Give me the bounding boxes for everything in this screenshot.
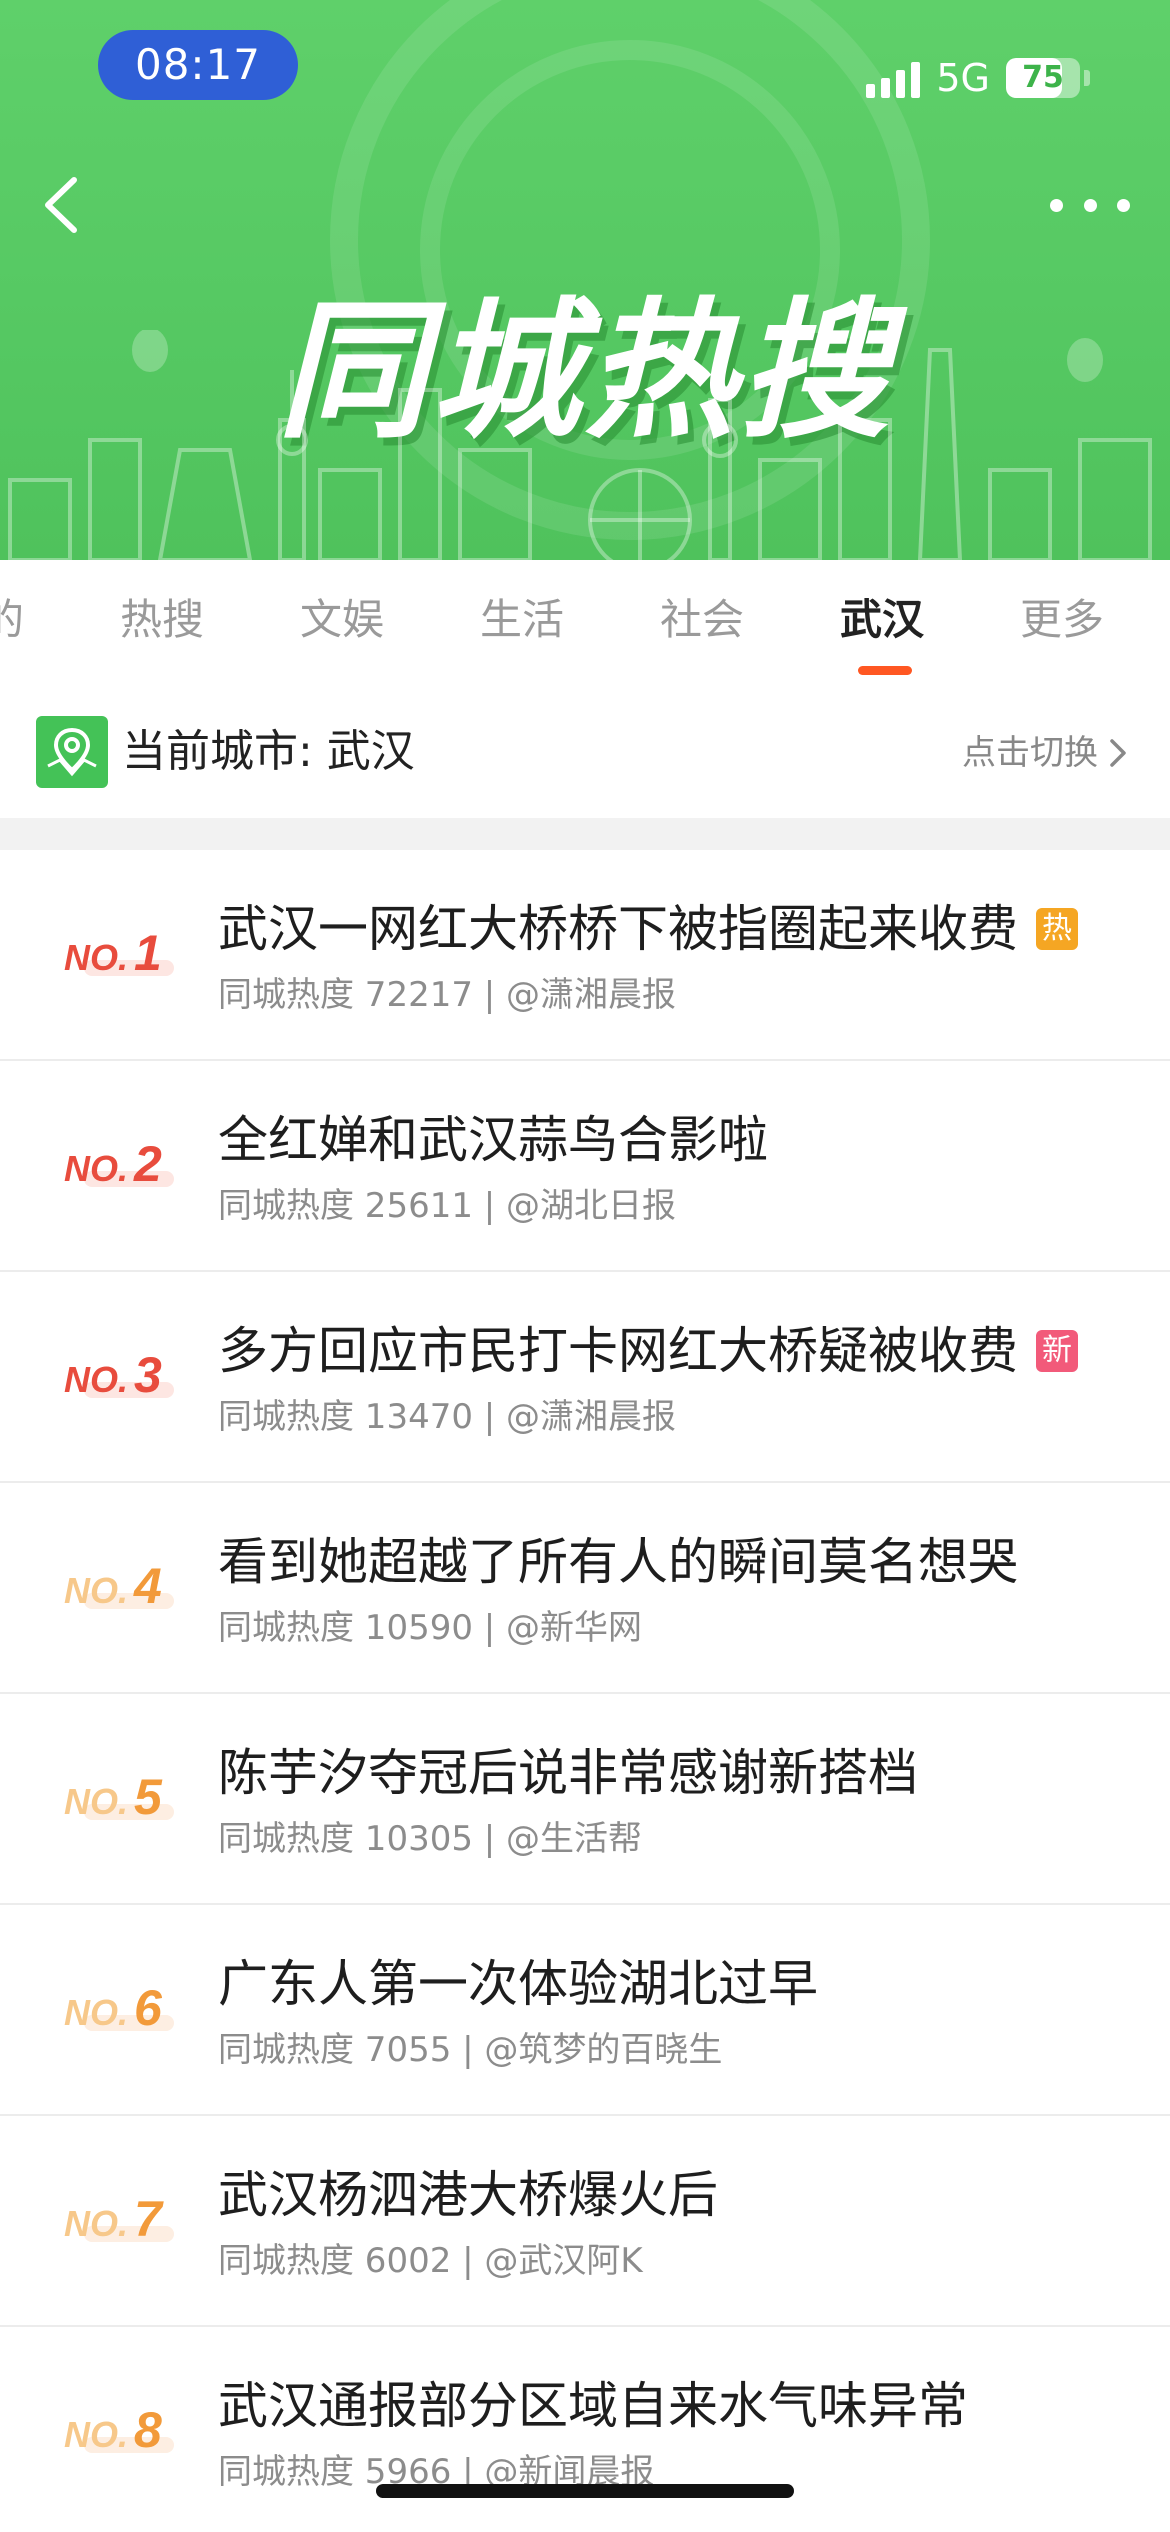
dot-icon (1083, 198, 1097, 212)
more-options-button[interactable] (1050, 180, 1130, 230)
item-title: 武汉通报部分区域自来水气味异常 (218, 2377, 968, 2435)
list-item[interactable]: NO. 1 武汉一网红大桥桥下被指圈起来收费热 同城热度 72217 | @潇湘晨… (0, 850, 1170, 1061)
svg-text:7: 7 (134, 2191, 164, 2247)
rank-label: NO. 7 (64, 2191, 174, 2247)
hot-search-list: NO. 1 武汉一网红大桥桥下被指圈起来收费热 同城热度 72217 | @潇湘晨… (0, 850, 1170, 2532)
rank-label: NO. 6 (64, 1980, 174, 2036)
list-item[interactable]: NO. 2 全红婵和武汉蒜鸟合影啦 同城热度 25611 | @湖北日报 (0, 1061, 1170, 1272)
tab-partial[interactable]: 的 (0, 590, 24, 650)
dot-icon (1117, 198, 1130, 212)
section-divider (0, 818, 1170, 850)
new-badge: 新 (1036, 1330, 1078, 1372)
battery-icon: 75 (1006, 58, 1080, 98)
signal-icon (866, 58, 921, 98)
category-tabs: 的 热搜 文娱 生活 社会 武汉 更多 (0, 560, 1170, 690)
tab-wuhan[interactable]: 武汉 (840, 590, 924, 650)
current-city-label: 当前城市: 武汉 (122, 726, 415, 777)
item-meta: 同城热度 13470 | @潇湘晨报 (218, 1397, 677, 1437)
item-title: 武汉杨泗港大桥爆火后 (218, 2166, 718, 2224)
tab-life[interactable]: 生活 (480, 590, 564, 650)
back-button[interactable] (30, 170, 100, 240)
list-item[interactable]: NO. 4 看到她超越了所有人的瞬间莫名想哭 同城热度 10590 | @新华网 (0, 1483, 1170, 1694)
svg-text:1: 1 (134, 925, 162, 981)
svg-text:NO.: NO. (64, 937, 128, 978)
svg-text:NO.: NO. (64, 2414, 128, 2455)
dot-icon (1050, 198, 1063, 212)
item-title: 武汉一网红大桥桥下被指圈起来收费热 (218, 894, 1078, 964)
city-skyline-illustration (8, 330, 1152, 560)
svg-text:2: 2 (133, 1136, 162, 1192)
rank-label: NO. 1 (64, 925, 174, 981)
item-meta: 同城热度 6002 | @武汉阿K (218, 2241, 643, 2281)
svg-text:8: 8 (134, 2402, 162, 2458)
rank-label: NO. 8 (64, 2402, 174, 2458)
switch-city-button[interactable]: 点击切换 (962, 728, 1130, 778)
status-time: 08:17 (98, 30, 298, 100)
rank-label: NO. 4 (64, 1558, 174, 1614)
list-item[interactable]: NO. 8 武汉通报部分区域自来水气味异常 同城热度 5966 | @新闻晨报 (0, 2327, 1170, 2532)
active-tab-indicator (858, 666, 912, 675)
chevron-left-icon (45, 177, 77, 233)
item-meta: 同城热度 10590 | @新华网 (218, 1608, 643, 1648)
svg-text:NO.: NO. (64, 1148, 128, 1189)
tab-entertainment[interactable]: 文娱 (300, 590, 384, 650)
item-title: 多方回应市民打卡网红大桥疑被收费新 (218, 1316, 1078, 1386)
list-item[interactable]: NO. 7 武汉杨泗港大桥爆火后 同城热度 6002 | @武汉阿K (0, 2116, 1170, 2327)
rank-label: NO. 2 (64, 1136, 174, 1192)
home-indicator[interactable] (376, 2484, 794, 2498)
battery-tip (1084, 70, 1090, 86)
location-map-icon (36, 716, 108, 788)
chevron-right-icon (1110, 739, 1126, 767)
item-title: 广东人第一次体验湖北过早 (218, 1955, 818, 2013)
tab-hot-search[interactable]: 热搜 (120, 590, 204, 650)
item-title: 陈芋汐夺冠后说非常感谢新搭档 (218, 1744, 918, 1802)
list-item[interactable]: NO. 6 广东人第一次体验湖北过早 同城热度 7055 | @筑梦的百晓生 (0, 1905, 1170, 2116)
battery-level: 75 (1022, 60, 1064, 95)
tab-society[interactable]: 社会 (660, 590, 744, 650)
item-meta: 同城热度 10305 | @生活帮 (218, 1819, 643, 1859)
svg-text:NO.: NO. (64, 2203, 128, 2244)
item-title: 看到她超越了所有人的瞬间莫名想哭 (218, 1533, 1018, 1591)
svg-text:3: 3 (134, 1347, 162, 1403)
switch-city-label: 点击切换 (962, 733, 1098, 773)
svg-text:4: 4 (133, 1558, 162, 1614)
svg-text:NO.: NO. (64, 1359, 128, 1400)
hot-badge: 热 (1036, 908, 1078, 950)
item-meta: 同城热度 25611 | @湖北日报 (218, 1186, 677, 1226)
list-item[interactable]: NO. 5 陈芋汐夺冠后说非常感谢新搭档 同城热度 10305 | @生活帮 (0, 1694, 1170, 1905)
header-banner: 08:17 5G 75 同城热搜 (0, 0, 1170, 560)
svg-text:NO.: NO. (64, 1781, 128, 1822)
svg-text:NO.: NO. (64, 1570, 128, 1611)
svg-text:5: 5 (134, 1769, 163, 1825)
rank-label: NO. 5 (64, 1769, 174, 1825)
status-indicators: 5G 75 (866, 50, 1090, 106)
item-meta: 同城热度 7055 | @筑梦的百晓生 (218, 2030, 723, 2070)
rank-label: NO. 3 (64, 1347, 174, 1403)
list-item[interactable]: NO. 3 多方回应市民打卡网红大桥疑被收费新 同城热度 13470 | @潇湘晨… (0, 1272, 1170, 1483)
item-title: 全红婵和武汉蒜鸟合影啦 (218, 1111, 768, 1169)
svg-text:NO.: NO. (64, 1992, 128, 2033)
svg-text:6: 6 (134, 1980, 163, 2036)
tab-more[interactable]: 更多 (1020, 590, 1104, 650)
network-type: 5G (936, 56, 990, 100)
item-meta: 同城热度 72217 | @潇湘晨报 (218, 975, 677, 1015)
current-city-row: 当前城市: 武汉 点击切换 (0, 690, 1170, 818)
